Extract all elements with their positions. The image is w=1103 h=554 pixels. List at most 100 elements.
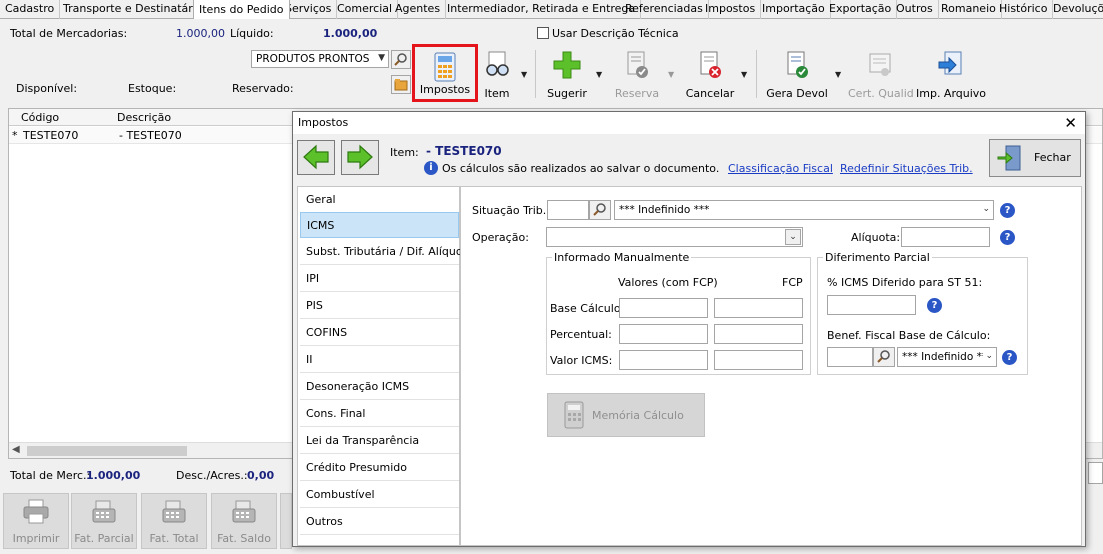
product-type-select[interactable]: PRODUTOS PRONTOS ▼ [251, 50, 389, 68]
chevron-down-icon: ⌄ [983, 348, 993, 366]
list-item-cons-final[interactable]: Cons. Final [300, 401, 459, 427]
valor-icms-fcp-input[interactable] [714, 350, 803, 370]
imprimir-button[interactable]: Imprimir [3, 493, 69, 549]
benef-fiscal-select[interactable]: *** Indefinido *** ⌄ [897, 347, 997, 367]
item-button-label: Item [484, 87, 510, 100]
situacao-search-button[interactable] [589, 200, 611, 220]
tab-outros[interactable]: Outros [891, 0, 939, 19]
aliquota-label: Alíquota: [851, 231, 901, 244]
tab-transporte[interactable]: Transporte e Destinatário [58, 0, 209, 19]
redefinir-situacoes-link[interactable]: Redefinir Situações Trib. [840, 162, 973, 175]
usar-descricao-checkbox[interactable] [537, 27, 549, 39]
percentual-input[interactable] [619, 324, 708, 344]
tab-exportacao[interactable]: Exportação [824, 0, 898, 19]
list-item-geral[interactable]: Geral [300, 187, 459, 213]
item-value: - TESTE070 [426, 144, 502, 158]
info-icon: i [424, 161, 438, 175]
tab-historico[interactable]: Histórico [994, 0, 1054, 19]
item-button[interactable]: Item [481, 50, 513, 100]
list-item-subst-tributaria[interactable]: Subst. Tributária / Dif. Alíquota [300, 239, 474, 265]
impostos-button[interactable]: Impostos [412, 44, 478, 102]
fcp-label: FCP [782, 276, 803, 289]
situacao-trib-code-input[interactable] [547, 200, 589, 220]
row-descricao: - TESTE070 [119, 129, 182, 142]
situacao-trib-value: *** Indefinido *** [619, 204, 710, 216]
help-icon[interactable]: ? [927, 298, 942, 313]
scrollbar-thumb[interactable] [27, 446, 187, 456]
item-dropdown-arrow[interactable]: ▼ [521, 70, 527, 79]
tab-impostos[interactable]: Impostos [700, 0, 762, 19]
total-merc-label: Total de Merc.: [10, 469, 91, 482]
reserva-dropdown-arrow[interactable]: ▼ [668, 70, 674, 79]
valor-icms-input[interactable] [619, 350, 708, 370]
product-search-button[interactable] [391, 50, 411, 69]
certificate-icon [869, 53, 891, 76]
help-icon[interactable]: ? [1000, 230, 1015, 245]
cancelar-button[interactable]: Cancelar [683, 50, 737, 100]
list-item-lei-transparencia[interactable]: Lei da Transparência [300, 428, 459, 454]
base-calculo-input[interactable] [619, 298, 708, 318]
imp-arquivo-button[interactable]: Imp. Arquivo [916, 50, 986, 100]
tab-comercial[interactable]: Comercial [332, 0, 399, 19]
close-icon[interactable]: ✕ [1064, 112, 1077, 134]
list-item-ipi[interactable]: IPI [300, 266, 459, 292]
list-item-ii[interactable]: II [300, 347, 459, 373]
tab-romaneio[interactable]: Romaneio [936, 0, 1002, 19]
help-icon[interactable]: ? [1002, 350, 1017, 365]
tab-importacao[interactable]: Importação [757, 0, 831, 19]
tab-itens-do-pedido[interactable]: Itens do Pedido [193, 0, 290, 19]
classificacao-fiscal-link[interactable]: Classificação Fiscal [728, 162, 833, 175]
list-item-icms[interactable]: ICMS [300, 212, 459, 238]
search-icon [877, 350, 890, 363]
impostos-dialog: Impostos ✕ Item: - TESTE070 i Os cálculo… [292, 111, 1086, 547]
tab-cadastro[interactable]: Cadastro [0, 0, 61, 19]
sugerir-dropdown-arrow[interactable]: ▼ [596, 70, 602, 79]
tab-referenciadas[interactable]: Referenciadas [620, 0, 709, 19]
col-descricao-header[interactable]: Descrição [117, 111, 171, 124]
list-item-pis[interactable]: PIS [300, 293, 459, 319]
more-bottom-button[interactable] [280, 493, 292, 549]
benef-fiscal-code-input[interactable] [827, 347, 873, 367]
list-item-combustivel[interactable]: Combustível [300, 482, 459, 508]
tab-agentes[interactable]: Agentes [390, 0, 447, 19]
icms-panel: Situação Trib.: *** Indefinido *** ⌄ ? O… [460, 186, 1082, 546]
list-item-desoneracao-icms[interactable]: Desoneração ICMS [300, 374, 459, 400]
list-item-outros[interactable]: Outros [300, 509, 459, 535]
cert-qualid-button[interactable]: Cert. Qualid [848, 50, 914, 100]
list-item-credito-presumido[interactable]: Crédito Presumido [300, 455, 459, 481]
cancelar-dropdown-arrow[interactable]: ▼ [741, 70, 747, 79]
tab-intermediador[interactable]: Intermediador, Retirada e Entrega [442, 0, 642, 19]
memoria-calculo-button[interactable]: Memória Cálculo [547, 393, 705, 437]
fechar-button-label: Fechar [1034, 151, 1071, 164]
informado-manualmente-group: Informado Manualmente Valores (com FCP) … [546, 251, 811, 375]
fechar-button[interactable]: Fechar [989, 139, 1081, 177]
sugerir-button[interactable]: Sugerir [547, 50, 587, 100]
gera-devol-dropdown-arrow[interactable]: ▼ [835, 70, 841, 79]
help-icon[interactable]: ? [1000, 203, 1015, 218]
aliquota-input[interactable] [901, 227, 990, 247]
reserva-button[interactable]: Reserva [613, 50, 661, 100]
desc-acres-value: 0,00 [247, 469, 275, 482]
gera-devol-button[interactable]: Gera Devol [766, 50, 828, 100]
item-label: Item: [390, 146, 419, 159]
icms-diferido-input[interactable] [827, 295, 916, 315]
percentual-fcp-input[interactable] [714, 324, 803, 344]
footer-right-field[interactable] [1088, 462, 1103, 484]
operacao-select[interactable]: ⌄ [546, 227, 803, 247]
fat-total-button-label: Fat. Total [149, 532, 199, 545]
scroll-left-icon[interactable]: ◀ [12, 444, 20, 455]
col-codigo-header[interactable]: Código [21, 111, 59, 124]
fat-total-button[interactable]: Fat. Total [141, 493, 207, 549]
fat-parcial-button[interactable]: Fat. Parcial [71, 493, 137, 549]
tab-devolucoes[interactable]: Devoluções [1048, 0, 1103, 19]
next-item-button[interactable] [341, 140, 379, 175]
previous-item-button[interactable] [297, 140, 335, 175]
folder-button[interactable] [391, 75, 411, 94]
reservado-label: Reservado: [232, 82, 294, 95]
benef-fiscal-search-button[interactable] [873, 347, 895, 367]
fat-saldo-button[interactable]: Fat. Saldo [211, 493, 277, 549]
fat-saldo-button-label: Fat. Saldo [217, 532, 271, 545]
situacao-trib-select[interactable]: *** Indefinido *** ⌄ [614, 200, 994, 220]
list-item-cofins[interactable]: COFINS [300, 320, 459, 346]
base-calculo-fcp-input[interactable] [714, 298, 803, 318]
